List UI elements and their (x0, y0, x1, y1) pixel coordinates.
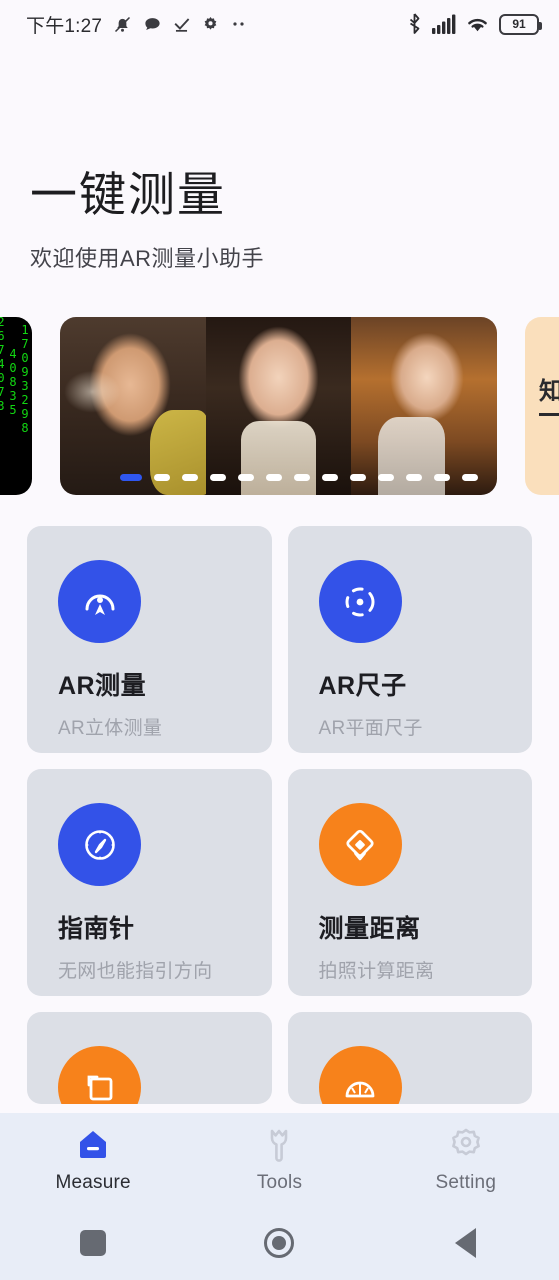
carousel-dot[interactable] (378, 474, 394, 482)
feature-card-area[interactable] (27, 1012, 272, 1105)
measure-home-icon (80, 1131, 107, 1158)
gear-icon (204, 16, 217, 30)
recents-button[interactable] (0, 1229, 186, 1256)
carousel-pagination[interactable] (120, 474, 478, 482)
feature-subtitle: AR立体测量 (58, 718, 163, 740)
carousel-dot[interactable] (154, 474, 170, 482)
teaser-underline (539, 413, 559, 417)
dashed-circle-icon (318, 560, 402, 644)
feature-card-compass[interactable]: 指南针 无网也能指引方向 (27, 769, 272, 997)
feature-grid: AR测量 AR立体测量 AR尺子 AR平面尺子 指南针 无网也能指引方向 测量距… (27, 526, 532, 1105)
protractor-icon (318, 1046, 402, 1105)
chat-bubble-icon (145, 17, 160, 30)
recents-square-icon (80, 1229, 107, 1256)
carousel-photo (60, 317, 206, 496)
battery-indicator: 91 (499, 13, 542, 35)
feature-card-distance[interactable]: 测量距离 拍照计算距离 (287, 769, 532, 997)
system-navigation-bar (0, 1205, 559, 1280)
nav-item-tools[interactable]: Tools (186, 1124, 372, 1194)
square-area-icon (58, 1046, 141, 1105)
article-teaser-card: 知 (525, 317, 559, 496)
status-bar: 下午1:27 91 (0, 0, 559, 48)
bell-muted-icon (115, 16, 131, 32)
diamond-pin-icon (318, 803, 402, 887)
feature-subtitle: 无网也能指引方向 (58, 961, 213, 983)
home-circle-icon (264, 1227, 295, 1258)
matrix-column: 17093298 (18, 323, 32, 436)
nav-item-measure[interactable]: Measure (0, 1124, 186, 1194)
compass-icon (58, 803, 141, 887)
back-button[interactable] (373, 1227, 559, 1258)
page-subtitle: 欢迎使用AR测量小助手 (30, 246, 265, 272)
more-dots-icon (233, 22, 244, 26)
carousel-dot[interactable] (266, 474, 282, 482)
home-button[interactable] (186, 1227, 372, 1258)
carousel-dot[interactable] (350, 474, 366, 482)
carousel-dot[interactable] (210, 474, 226, 482)
feature-title: AR测量 (58, 672, 147, 701)
carousel-dot[interactable] (294, 474, 310, 482)
carousel-slide-active[interactable] (60, 317, 497, 496)
banner-carousel[interactable]: 7183940 52740723 2674073 40835 17093298 … (0, 317, 559, 496)
feature-subtitle: 拍照计算距离 (318, 961, 435, 983)
carousel-dot[interactable] (120, 474, 142, 482)
back-triangle-icon (455, 1227, 477, 1258)
app-screen: 下午1:27 91 一键测量 欢迎使用AR测量小助手 2674073 40835… (0, 0, 559, 1280)
carousel-dot[interactable] (322, 474, 338, 482)
status-bar-left: 下午1:27 (26, 11, 406, 38)
wrench-icon (271, 1129, 288, 1162)
page-header: 一键测量 欢迎使用AR测量小助手 (0, 48, 559, 273)
nav-label: Tools (256, 1172, 303, 1193)
feature-title: AR尺子 (318, 672, 407, 701)
ar-target-icon (58, 560, 141, 644)
carousel-slide-prev[interactable]: 7183940 52740723 2674073 40835 17093298 (0, 317, 32, 496)
feature-card-protractor[interactable] (287, 1012, 532, 1105)
nav-label: Setting (435, 1172, 497, 1193)
carousel-dot[interactable] (462, 474, 478, 482)
photo-strip (60, 317, 497, 496)
feature-card-ar-measure[interactable]: AR测量 AR立体测量 (27, 526, 272, 754)
carousel-dot[interactable] (238, 474, 254, 482)
cellular-signal-icon (432, 14, 456, 34)
bluetooth-icon (409, 13, 420, 34)
teaser-text: 知 (539, 378, 559, 406)
nav-item-setting[interactable]: Setting (373, 1124, 559, 1194)
carousel-dot[interactable] (182, 474, 198, 482)
matrix-rain-graphic: 7183940 52740723 2674073 40835 17093298 (0, 317, 32, 496)
nav-label: Measure (55, 1172, 131, 1193)
carousel-dot[interactable] (434, 474, 450, 482)
carousel-dot[interactable] (406, 474, 422, 482)
carousel-photo (351, 317, 497, 496)
wifi-icon (468, 18, 487, 32)
carousel-slide-next[interactable]: 知 (525, 317, 559, 496)
status-time: 下午1:27 (26, 15, 103, 37)
carousel-photo (205, 317, 352, 496)
gear-icon (451, 1128, 480, 1156)
battery-percent: 91 (512, 17, 526, 31)
feature-subtitle: AR平面尺子 (318, 718, 423, 740)
feature-card-ar-ruler[interactable]: AR尺子 AR平面尺子 (287, 526, 532, 754)
feature-title: 指南针 (58, 915, 135, 944)
checkmark-icon (174, 17, 190, 32)
status-bar-right: 91 (406, 13, 542, 35)
bottom-navigation: Measure Tools Setting (0, 1113, 559, 1205)
page-title: 一键测量 (30, 168, 226, 221)
feature-title: 测量距离 (318, 915, 421, 944)
